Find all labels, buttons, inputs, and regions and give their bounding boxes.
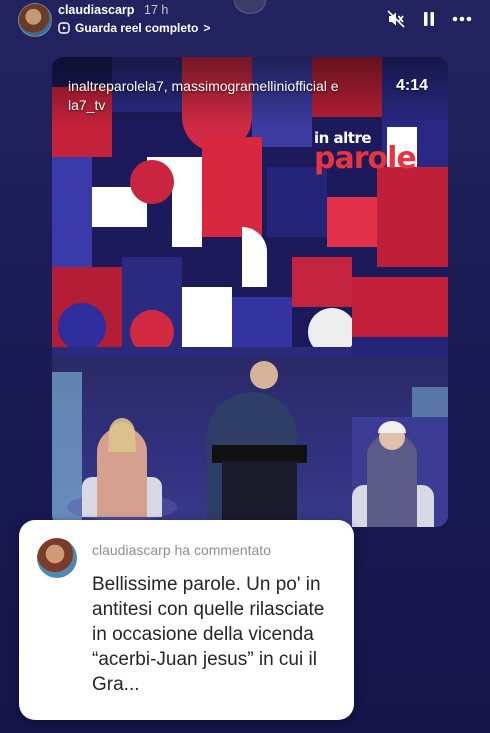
studio-stage [52,357,448,527]
comment-header: claudiascarp ha commentato [92,542,271,558]
comment-card[interactable]: claudiascarp ha commentato Bellissime pa… [19,520,354,720]
watch-full-reel-link[interactable]: Guarda reel completo > [58,21,210,35]
show-logo: in altre parole [314,129,417,176]
reel-link-label: Guarda reel completo [75,21,199,35]
reel-preview[interactable]: inaltreparolela7, massimogramellinioffic… [52,57,448,527]
reel-duration: 4:14 [395,77,428,94]
comment-avatar [37,538,77,578]
mute-icon[interactable] [385,8,407,30]
avatar[interactable] [18,3,52,37]
chevron-right-icon: > [203,21,211,35]
reel-icon [58,22,70,34]
time-ago: 17 h [144,3,169,17]
story-header: claudiascarp 17 h Guarda reel completo > [0,0,490,46]
comment-text: Bellissime parole. Un po' in antitesi co… [92,574,325,695]
pause-icon[interactable] [418,8,440,30]
logo-line2: parole [314,141,417,176]
reel-credits[interactable]: inaltreparolela7, massimogramellinioffic… [68,77,368,115]
more-icon[interactable] [451,8,473,30]
username[interactable]: claudiascarp [58,3,134,17]
presenters-silhouettes [52,361,448,527]
